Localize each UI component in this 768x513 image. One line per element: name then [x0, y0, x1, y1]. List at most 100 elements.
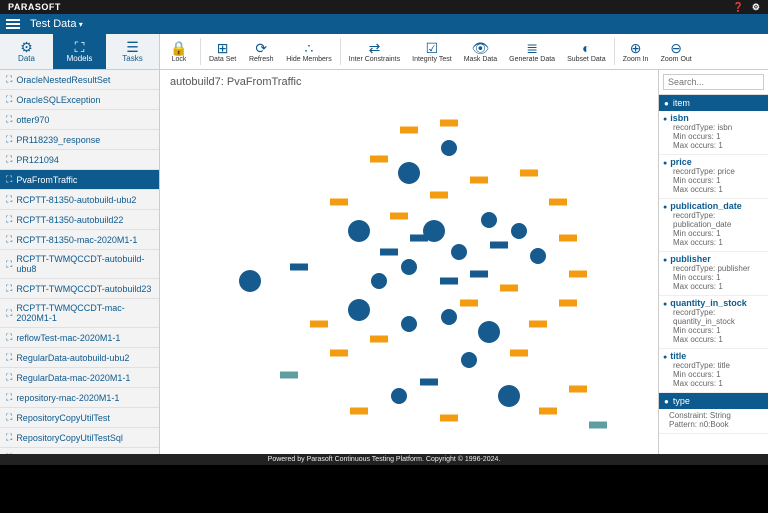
graph-node[interactable]	[529, 321, 547, 328]
graph-node[interactable]	[370, 335, 388, 342]
sidebar-item[interactable]: ⛶RCPTT-TWMQCCDT-autobuild-ubu8	[0, 250, 159, 279]
graph-node[interactable]	[390, 213, 408, 220]
field-block[interactable]: pricerecordType: priceMin occurs: 1Max o…	[659, 155, 768, 199]
topbar: PARASOFT ❓ ⚙	[0, 0, 768, 14]
settings-icon[interactable]: ⚙	[752, 2, 760, 13]
hamburger-icon[interactable]	[6, 19, 20, 29]
graph-node[interactable]	[290, 263, 308, 270]
graph-node[interactable]	[430, 191, 448, 198]
graph-node[interactable]	[330, 350, 348, 357]
graph-node[interactable]	[569, 271, 587, 278]
graph-node[interactable]	[348, 299, 370, 321]
tool-icon: ◐	[582, 40, 590, 57]
sidebar-item[interactable]: ⛶OracleNestedResultSet	[0, 70, 159, 90]
sidebar-item[interactable]: ⛶reflowTest-mac-2020M1-1	[0, 328, 159, 348]
tool-integrity-test[interactable]: ☑Integrity Test	[406, 34, 458, 69]
tool-refresh[interactable]: ⟳Refresh	[242, 34, 280, 69]
graph-node[interactable]	[440, 415, 458, 422]
graph-node[interactable]	[348, 220, 370, 242]
graph-node[interactable]	[500, 285, 518, 292]
tool-inter-constraints[interactable]: ⇄Inter Constraints	[343, 34, 406, 69]
sidebar-item[interactable]: ⛶RCPTT-81350-mac-2020M1-1	[0, 230, 159, 250]
graph-node[interactable]	[310, 321, 328, 328]
graph-node[interactable]	[440, 278, 458, 285]
graph-node[interactable]	[330, 199, 348, 206]
graph-node[interactable]	[470, 271, 488, 278]
sidebar-item[interactable]: ⛶RCPTT-81350-autobuild22	[0, 210, 159, 230]
tool-icon: 👁	[472, 40, 490, 57]
graph-node[interactable]	[460, 299, 478, 306]
sidebar-item[interactable]: ⛶RepositoryDatasourcePVA-TEST	[0, 448, 159, 454]
graph-node[interactable]	[470, 177, 488, 184]
main-tab-tasks[interactable]: ☰Tasks	[106, 34, 159, 69]
graph-node[interactable]	[559, 299, 577, 306]
main-tab-data[interactable]: ⚙Data	[0, 34, 53, 69]
menu-dropdown[interactable]: Test Data	[30, 18, 83, 30]
footer: Powered by Parasoft Continuous Testing P…	[0, 454, 768, 465]
sidebar-item[interactable]: ⛶PR118239_response	[0, 130, 159, 150]
sidebar-item[interactable]: ⛶otter970	[0, 110, 159, 130]
tool-mask-data[interactable]: 👁Mask Data	[458, 34, 503, 69]
graph-node[interactable]	[380, 249, 398, 256]
graph-node[interactable]	[589, 422, 607, 429]
search-input[interactable]	[663, 74, 764, 90]
field-block[interactable]: titlerecordType: titleMin occurs: 1Max o…	[659, 349, 768, 393]
graph-node[interactable]	[401, 316, 417, 332]
graph-node[interactable]	[461, 352, 477, 368]
graph-node[interactable]	[478, 321, 500, 343]
graph-node[interactable]	[370, 155, 388, 162]
help-icon[interactable]: ❓	[733, 2, 744, 13]
tool-lock[interactable]: 🔒Lock	[160, 34, 198, 69]
field-block[interactable]: isbnrecordType: isbnMin occurs: 1Max occ…	[659, 111, 768, 155]
sidebar-item[interactable]: ⛶RCPTT-81350-autobuild-ubu2	[0, 190, 159, 210]
sidebar-item[interactable]: ⛶RCPTT-TWMQCCDT-mac-2020M1-1	[0, 299, 159, 328]
field-block[interactable]: quantity_in_stockrecordType: quantity_in…	[659, 296, 768, 349]
graph-canvas[interactable]	[160, 94, 658, 454]
graph-node[interactable]	[490, 242, 508, 249]
sidebar-item[interactable]: ⛶RCPTT-TWMQCCDT-autobuild23	[0, 279, 159, 299]
graph-node[interactable]	[401, 259, 417, 275]
graph-node[interactable]	[498, 385, 520, 407]
graph-node[interactable]	[280, 371, 298, 378]
tab-icon: ⛶	[75, 40, 85, 54]
graph-node[interactable]	[391, 388, 407, 404]
graph-node[interactable]	[569, 386, 587, 393]
field-block[interactable]: publisherrecordType: publisherMin occurs…	[659, 252, 768, 296]
tool-subset-data[interactable]: ◐Subset Data	[561, 34, 612, 69]
graph-node[interactable]	[520, 170, 538, 177]
graph-node[interactable]	[549, 199, 567, 206]
tool-zoom-out[interactable]: ⊖Zoom Out	[655, 34, 698, 69]
sidebar-item[interactable]: ⛶OracleSQLException	[0, 90, 159, 110]
main-tab-models[interactable]: ⛶Models	[53, 34, 106, 69]
sidebar-item[interactable]: ⛶PvaFromTraffic	[0, 170, 159, 190]
sidebar-item[interactable]: ⛶RegularData-autobuild-ubu2	[0, 348, 159, 368]
graph-node[interactable]	[420, 379, 438, 386]
graph-node[interactable]	[398, 162, 420, 184]
graph-node[interactable]	[441, 140, 457, 156]
graph-node[interactable]	[539, 407, 557, 414]
graph-node[interactable]	[530, 248, 546, 264]
tool-generate-data[interactable]: ≣Generate Data	[503, 34, 561, 69]
sidebar-item[interactable]: ⛶RepositoryCopyUtilTest	[0, 408, 159, 428]
sidebar-item[interactable]: ⛶RegularData-mac-2020M1-1	[0, 368, 159, 388]
graph-node[interactable]	[410, 235, 428, 242]
graph-node[interactable]	[481, 212, 497, 228]
graph-node[interactable]	[451, 244, 467, 260]
graph-node[interactable]	[441, 309, 457, 325]
graph-node[interactable]	[440, 119, 458, 126]
graph-node[interactable]	[559, 235, 577, 242]
graph-node[interactable]	[511, 223, 527, 239]
graph-node[interactable]	[400, 127, 418, 134]
tool-zoom-in[interactable]: ⊕Zoom In	[617, 34, 655, 69]
tool-hide-members[interactable]: ∴Hide Members	[280, 34, 338, 69]
field-block[interactable]: publication_daterecordType: publication_…	[659, 199, 768, 252]
graph-node[interactable]	[239, 270, 261, 292]
sidebar-item[interactable]: ⛶repository-mac-2020M1-1	[0, 388, 159, 408]
tool-data-set[interactable]: ⊞Data Set	[203, 34, 242, 69]
tab-icon: ☰	[126, 40, 139, 54]
graph-node[interactable]	[510, 350, 528, 357]
sidebar-item[interactable]: ⛶PR121094	[0, 150, 159, 170]
sidebar-item[interactable]: ⛶RepositoryCopyUtilTestSql	[0, 428, 159, 448]
graph-node[interactable]	[371, 273, 387, 289]
graph-node[interactable]	[350, 407, 368, 414]
